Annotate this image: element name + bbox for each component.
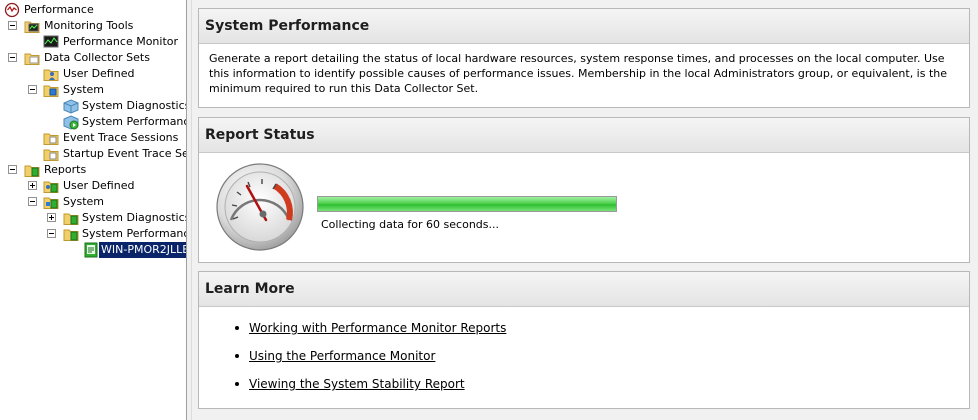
report-icon: [84, 242, 98, 258]
tree-item-rep-system-performance[interactable]: System Performance: [0, 226, 186, 242]
tree-item-rep-system[interactable]: System: [0, 194, 186, 210]
collapse-icon[interactable]: [8, 53, 17, 62]
tree-label: System Performance: [82, 115, 186, 128]
tree-label: System: [63, 83, 105, 96]
tree-item-reports[interactable]: Reports: [0, 162, 186, 178]
tree-label: User Defined: [63, 67, 135, 80]
collapse-icon[interactable]: [28, 85, 37, 94]
user-folder-icon: [43, 69, 59, 81]
tree-item-data-collector-sets[interactable]: Data Collector Sets: [0, 50, 186, 66]
link-performance-monitor-reports[interactable]: Working with Performance Monitor Reports: [249, 320, 506, 336]
collapse-icon[interactable]: [28, 197, 37, 206]
folder-icon: [24, 21, 40, 33]
progress-fill: [318, 197, 616, 211]
link-system-stability-report[interactable]: Viewing the System Stability Report: [249, 376, 465, 392]
tree-item-rep-user-defined[interactable]: User Defined: [0, 178, 186, 194]
link-using-performance-monitor[interactable]: Using the Performance Monitor: [249, 348, 435, 364]
expand-icon[interactable]: [28, 181, 37, 190]
tree-label: Startup Event Trace Sess: [63, 147, 186, 160]
tree-label: Performance: [24, 3, 94, 16]
system-reports-icon: [43, 197, 59, 209]
tree-label: Data Collector Sets: [44, 51, 150, 64]
tree-item-dcs-system[interactable]: System: [0, 82, 186, 98]
tree-label: Reports: [44, 163, 87, 176]
description-text: Generate a report detailing the status o…: [209, 52, 948, 95]
tree-label: System Performance: [82, 227, 186, 240]
user-reports-icon: [43, 181, 59, 193]
tree-label: System: [63, 195, 105, 208]
system-folder-icon: [43, 85, 59, 97]
bullet-icon: [235, 326, 239, 330]
bullet-icon: [235, 382, 239, 386]
learn-more-section: Learn More Working with Performance Moni…: [198, 271, 970, 409]
tree-item-rep-system-diagnostics[interactable]: System Diagnostics: [0, 210, 186, 226]
progress-bar: [317, 196, 617, 212]
folder-icon: [43, 149, 59, 161]
report-status-title: Report Status: [199, 118, 969, 153]
tree-label: Performance Monitor: [63, 35, 179, 48]
reports-folder-icon: [24, 165, 40, 177]
data-collector-icon: [63, 99, 79, 114]
tree-item-dcs-user-defined[interactable]: User Defined: [0, 66, 186, 82]
page-title: System Performance: [199, 9, 969, 44]
tree-item-performance[interactable]: Performance: [0, 2, 186, 18]
folder-icon: [43, 133, 59, 145]
folder-icon: [24, 53, 40, 65]
report-status-section: Report Status Collecting data for 60 sec…: [198, 117, 970, 263]
status-text: Collecting data for 60 seconds...: [321, 218, 499, 231]
tree-label: System Diagnostics: [82, 99, 186, 112]
monitor-chart-icon: [43, 35, 59, 48]
tree-label: User Defined: [63, 179, 135, 192]
bullet-icon: [235, 354, 239, 358]
tree-item-performance-monitor[interactable]: Performance Monitor: [0, 34, 186, 50]
report-folder-icon: [63, 229, 79, 241]
tree-label: Monitoring Tools: [44, 19, 134, 32]
header-section: System Performance Generate a report det…: [198, 8, 970, 108]
tree-item-monitoring-tools[interactable]: Monitoring Tools: [0, 18, 186, 34]
navigation-tree: Performance Monitoring Tools Performance…: [0, 0, 186, 420]
collapse-icon[interactable]: [8, 21, 17, 30]
report-content: System Performance Generate a report det…: [192, 0, 978, 420]
tree-label: System Diagnostics: [82, 211, 186, 224]
tree-item-dcs-system-performance[interactable]: System Performance: [0, 114, 186, 130]
data-collector-running-icon: [63, 115, 79, 130]
tree-label: Event Trace Sessions: [63, 131, 179, 144]
expand-icon[interactable]: [47, 213, 56, 222]
performance-gauge-icon: [216, 163, 304, 251]
tree-item-dcs-system-diagnostics[interactable]: System Diagnostics: [0, 98, 186, 114]
collapse-icon[interactable]: [8, 165, 17, 174]
report-folder-icon: [63, 213, 79, 225]
learn-more-title: Learn More: [199, 272, 969, 307]
tree-item-startup-event-trace[interactable]: Startup Event Trace Sess: [0, 146, 186, 162]
performance-icon: [4, 2, 20, 18]
tree-label-selected: WIN-PMOR2JLLEA: [99, 242, 186, 258]
collapse-icon[interactable]: [47, 229, 56, 238]
tree-item-event-trace-sessions[interactable]: Event Trace Sessions: [0, 130, 186, 146]
tree-item-selected-report[interactable]: WIN-PMOR2JLLEA: [0, 242, 186, 258]
